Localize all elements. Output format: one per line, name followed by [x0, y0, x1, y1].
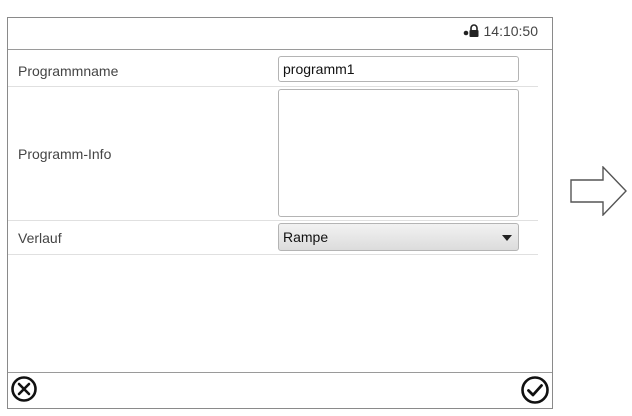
program-info-label: Programm-Info: [18, 146, 112, 162]
program-info-row: Programm-Info: [8, 87, 538, 221]
right-arrow-icon: [570, 166, 627, 216]
lock-icon: [463, 24, 478, 37]
bottom-bar: [8, 372, 552, 408]
program-name-row: Programmname programm1: [8, 50, 538, 87]
profile-selected-value: Rampe: [283, 229, 329, 245]
confirm-check-icon[interactable]: [520, 375, 550, 405]
clock-time: 14:10:50: [483, 23, 539, 39]
cancel-x-icon[interactable]: [10, 375, 38, 403]
dropdown-arrow-icon: [502, 235, 512, 241]
profile-select[interactable]: Rampe: [278, 223, 519, 251]
status-bar: 14:10:50: [8, 18, 552, 50]
profile-row: Verlauf Rampe: [8, 221, 538, 255]
program-info-textarea[interactable]: [278, 89, 519, 217]
status-time-area: 14:10:50: [463, 23, 539, 39]
profile-label: Verlauf: [18, 230, 62, 246]
program-name-input[interactable]: programm1: [278, 56, 519, 82]
program-editor-screen: 14:10:50 Programmname programm1 Programm…: [7, 17, 553, 409]
program-name-label: Programmname: [18, 63, 119, 79]
